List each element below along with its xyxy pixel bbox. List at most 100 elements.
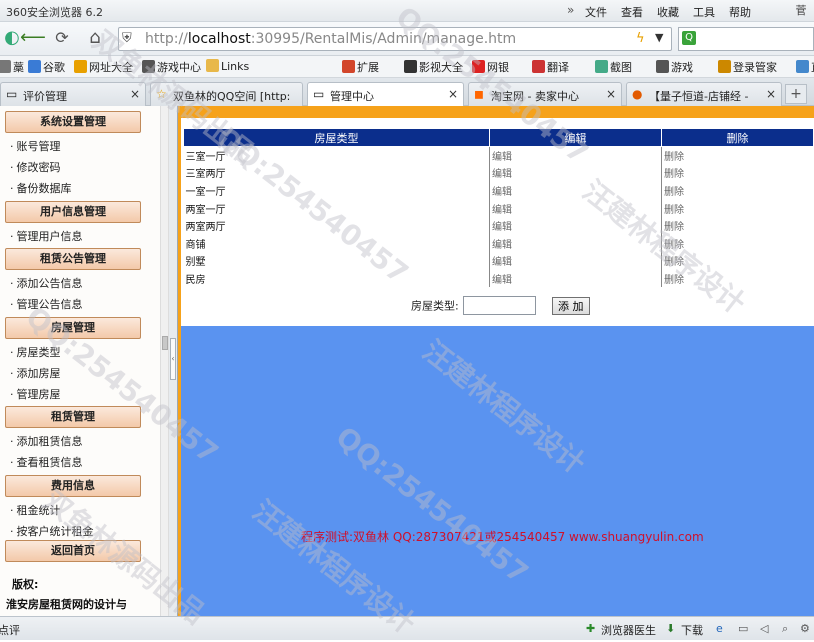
- favorite-globe[interactable]: 网址大全: [74, 59, 133, 75]
- table-row: 三室一厅 编辑 删除: [184, 146, 814, 165]
- menu-file[interactable]: 文件: [585, 4, 607, 20]
- doc-icon: [796, 60, 809, 73]
- tab-management-center[interactable]: ▭ 管理中心 ×: [307, 82, 464, 107]
- sidebar-scrollbar[interactable]: [160, 106, 169, 616]
- favorite-key[interactable]: 登录管家: [718, 59, 777, 75]
- menu-item-rent-stats[interactable]: 租金统计: [10, 502, 61, 518]
- table-row: 两室两厅 编辑 删除: [184, 216, 814, 235]
- delete-link[interactable]: 删除: [661, 164, 814, 182]
- favorite-translate[interactable]: 翻译: [532, 59, 569, 75]
- screen-icon[interactable]: ▭: [738, 622, 748, 635]
- menu-item-account[interactable]: 账号管理: [10, 138, 61, 154]
- lightning-icon[interactable]: ϟ: [636, 31, 645, 46]
- section-return-home[interactable]: 返回首页: [5, 540, 141, 562]
- edit-link[interactable]: 编辑: [489, 199, 662, 217]
- frame-splitter[interactable]: ‹: [169, 106, 178, 616]
- delete-link[interactable]: 删除: [661, 199, 814, 217]
- add-button[interactable]: 添 加: [551, 296, 590, 315]
- close-icon[interactable]: ×: [606, 87, 616, 101]
- table-row: 三室两厅 编辑 删除: [184, 164, 814, 182]
- menu-help[interactable]: 帮助: [729, 4, 751, 20]
- home-icon[interactable]: ⌂: [83, 26, 107, 50]
- back-icon[interactable]: ⟵: [20, 26, 46, 50]
- close-icon[interactable]: ×: [130, 87, 140, 101]
- favorite-play[interactable]: 影视大全: [404, 59, 463, 75]
- search-box[interactable]: Q: [678, 27, 814, 51]
- tab-label: 【量子恒道-店铺经 -: [649, 90, 749, 103]
- section-system-settings[interactable]: 系统设置管理: [5, 111, 141, 133]
- edit-link[interactable]: 编辑: [489, 146, 662, 165]
- download-link[interactable]: 下载: [681, 622, 703, 638]
- search-engine-icon[interactable]: Q: [682, 31, 696, 45]
- favorite-doc[interactable]: 直: [796, 59, 814, 75]
- menu-overflow-chevron[interactable]: »: [567, 3, 574, 17]
- scrollbar-thumb[interactable]: [162, 336, 168, 350]
- new-tab-button[interactable]: +: [785, 84, 807, 104]
- delete-link[interactable]: 删除: [661, 181, 814, 200]
- section-rental-management[interactable]: 租赁管理: [5, 406, 141, 428]
- shield-icon[interactable]: ⛨: [122, 31, 132, 46]
- favorite-scissors[interactable]: 截图: [595, 59, 632, 75]
- favorite-folder[interactable]: Links: [206, 59, 249, 73]
- favorite-grid[interactable]: 扩展: [342, 59, 379, 75]
- menu-item-manage-notice[interactable]: 管理公告信息: [10, 296, 83, 312]
- menu-item-add-rental[interactable]: 添加租赁信息: [10, 433, 83, 449]
- favorite-google[interactable]: 谷歌: [28, 59, 65, 75]
- menu-favorites[interactable]: 收藏: [657, 4, 679, 20]
- edit-link[interactable]: 编辑: [489, 234, 662, 253]
- menu-item-add-house[interactable]: 添加房屋: [10, 365, 61, 381]
- house-type-cell: 三室两厅: [185, 169, 226, 181]
- download-icon[interactable]: ⬇: [666, 622, 675, 635]
- menu-item-view-rental[interactable]: 查看租赁信息: [10, 454, 83, 470]
- menu-item-manage-users[interactable]: 管理用户信息: [10, 228, 83, 244]
- browser-doctor-link[interactable]: 浏览器医生: [601, 622, 656, 638]
- url-path: :30995/RentalMis/Admin/manage.htm: [250, 31, 517, 47]
- menu-view[interactable]: 查看: [621, 4, 643, 20]
- edit-link[interactable]: 编辑: [489, 269, 662, 288]
- menu-item-change-password[interactable]: 修改密码: [10, 159, 61, 175]
- settings-icon[interactable]: ⚙: [800, 622, 810, 635]
- section-fee-info[interactable]: 费用信息: [5, 475, 141, 497]
- edit-link[interactable]: 编辑: [489, 164, 662, 182]
- edit-link[interactable]: 编辑: [489, 252, 662, 270]
- zoom-icon[interactable]: ⌕: [782, 622, 788, 636]
- delete-link[interactable]: 删除: [661, 252, 814, 270]
- favorite-joystick[interactable]: 游戏: [656, 59, 693, 75]
- translate-icon: [532, 60, 545, 73]
- ie-icon[interactable]: e: [716, 622, 723, 635]
- house-type-cell: 一室一厅: [185, 186, 226, 198]
- favorite-gamepad[interactable]: 游戏中心: [142, 59, 201, 75]
- favorite-bank[interactable]: 网银: [472, 59, 509, 75]
- menu-item-backup-database[interactable]: 备份数据库: [10, 180, 72, 196]
- edit-link[interactable]: 编辑: [489, 181, 662, 200]
- collapse-toggle-icon[interactable]: ‹: [170, 338, 176, 380]
- menu-item-house-type[interactable]: 房屋类型: [10, 344, 61, 360]
- delete-link[interactable]: 删除: [661, 216, 814, 235]
- chevron-down-icon[interactable]: ▼: [655, 31, 663, 44]
- section-house-management[interactable]: 房屋管理: [5, 317, 141, 339]
- window-restore-button[interactable]: 菅: [790, 2, 812, 18]
- house-type-input[interactable]: [462, 296, 536, 315]
- close-icon[interactable]: ×: [766, 87, 776, 101]
- joystick-icon: [656, 60, 669, 73]
- menu-item-add-notice[interactable]: 添加公告信息: [10, 275, 83, 291]
- close-icon[interactable]: ×: [448, 87, 458, 101]
- tab-qq-space[interactable]: ☆ 双鱼林的QQ空间 [http:: [150, 82, 303, 106]
- delete-link[interactable]: 删除: [661, 269, 814, 288]
- tab-taobao-seller[interactable]: ◼ 淘宝网 - 卖家中心 ×: [468, 82, 622, 106]
- favorite-bookmark[interactable]: 藁: [0, 59, 24, 75]
- section-rental-notice[interactable]: 租赁公告管理: [5, 248, 141, 270]
- refresh-icon[interactable]: ⟳: [50, 26, 74, 50]
- section-user-info[interactable]: 用户信息管理: [5, 201, 141, 223]
- delete-link[interactable]: 删除: [661, 234, 814, 253]
- tab-liangzi[interactable]: ● 【量子恒道-店铺经 - ×: [626, 82, 782, 106]
- menu-item-manage-house[interactable]: 管理房屋: [10, 386, 61, 402]
- menu-item-rent-by-customer[interactable]: 按客户统计租金: [10, 523, 94, 539]
- doctor-icon[interactable]: ✚: [586, 622, 595, 635]
- tab-review-management[interactable]: ▭ 评价管理 ×: [0, 82, 146, 106]
- address-field[interactable]: ⛨ http://localhost:30995/RentalMis/Admin…: [118, 27, 672, 51]
- sound-icon[interactable]: ◁: [760, 622, 768, 635]
- edit-link[interactable]: 编辑: [489, 216, 662, 235]
- menu-tools[interactable]: 工具: [693, 4, 715, 20]
- delete-link[interactable]: 删除: [661, 146, 814, 165]
